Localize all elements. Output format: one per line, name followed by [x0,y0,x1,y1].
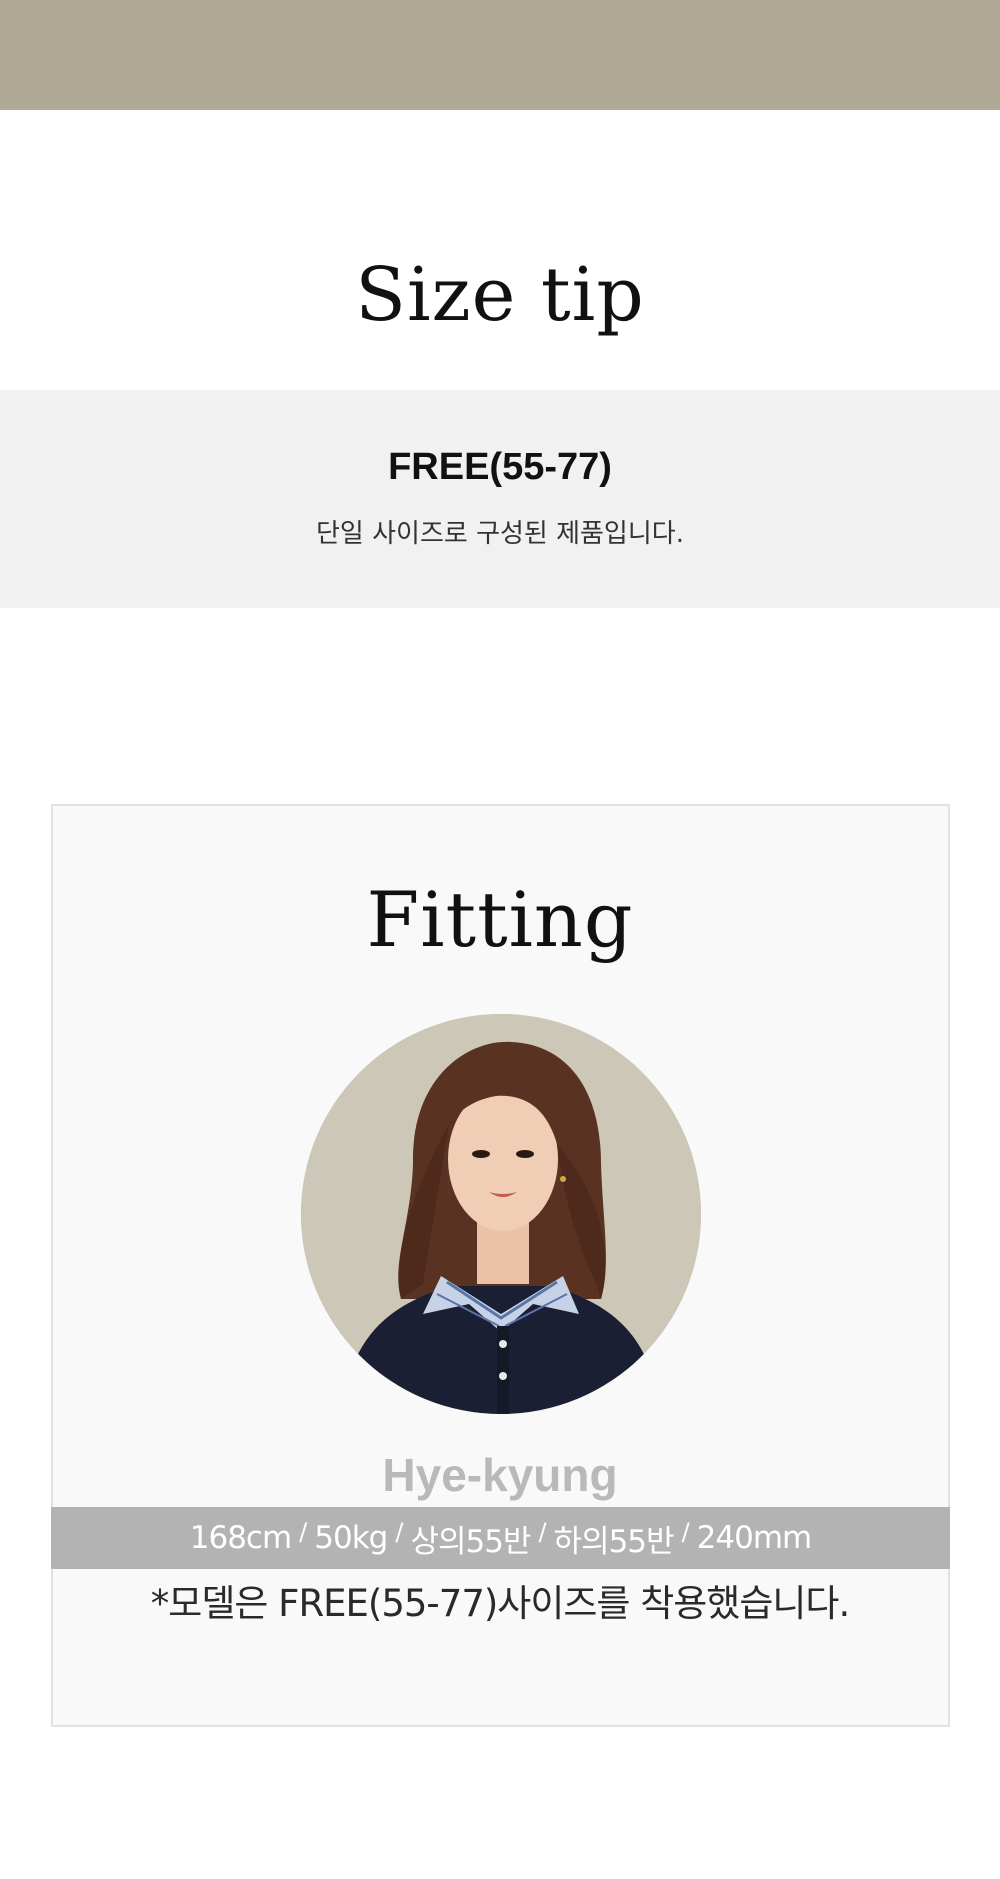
stat-separator: / [681,1518,690,1546]
model-photo [301,1014,701,1414]
model-name: Hye-kyung [382,1449,618,1501]
stat-separator: / [299,1518,307,1546]
stat-height: 168cm [189,1520,292,1556]
stat-top-size: 상의55반 [410,1523,531,1560]
stat-shoe-size: 240mm [696,1520,813,1556]
size-description: 단일 사이즈로 구성된 제품입니다. [316,519,684,549]
stat-separator: / [538,1518,546,1546]
top-color-bar [0,0,1000,110]
model-portrait-illustration [301,1014,701,1414]
fitting-note: *모델은 FREE(55-77)사이즈를 착용했습니다. [150,1582,850,1625]
stat-separator: / [395,1518,403,1546]
fitting-title: Fitting [366,875,634,964]
stat-bottom-size: 하의55반 [553,1523,675,1560]
size-name: FREE(55-77) [388,446,612,488]
size-tip-title: Size tip [355,252,645,338]
model-stats-bar: 168cm / 50kg / 상의55반 / 하의55반 / 240mm [51,1507,950,1569]
stat-weight: 50kg [314,1520,388,1556]
size-info-band [0,390,1000,608]
